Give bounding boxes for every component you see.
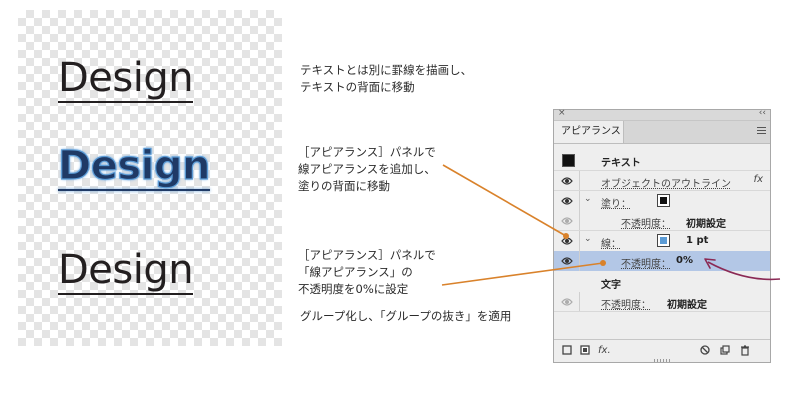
row-header-label: テキスト bbox=[601, 158, 641, 169]
row-stroke[interactable]: ⌄ 線： 1 pt bbox=[554, 231, 770, 251]
close-icon[interactable]: × bbox=[558, 108, 566, 118]
panel-bottom-toolbar: fx. bbox=[554, 339, 770, 362]
add-new-stroke-icon[interactable] bbox=[562, 345, 572, 359]
appearance-panel: × ‹‹ アピアランス テキスト オブジェクトのアウトライン fx ⌄ 塗り： … bbox=[553, 108, 771, 363]
row-text-header[interactable]: テキスト bbox=[554, 149, 770, 171]
underline-rule bbox=[58, 101, 194, 103]
design-sample-2: Design bbox=[57, 143, 211, 191]
eye-icon[interactable] bbox=[561, 176, 573, 186]
collapse-icon[interactable]: ‹‹ bbox=[759, 108, 766, 118]
underline-rule bbox=[58, 189, 210, 191]
design-sample-3: Design bbox=[58, 247, 194, 295]
stroke-opacity-label[interactable]: 不透明度： bbox=[621, 255, 671, 270]
add-effect-icon[interactable]: fx. bbox=[598, 345, 611, 357]
fill-swatch[interactable] bbox=[657, 194, 670, 207]
text-thumbnail-icon bbox=[562, 154, 575, 167]
tab-appearance[interactable]: アピアランス bbox=[554, 121, 624, 143]
fx-icon[interactable]: fx bbox=[754, 174, 763, 185]
character-opacity-value: 初期設定 bbox=[667, 300, 707, 311]
row-stroke-opacity[interactable]: 不透明度： 0% bbox=[554, 251, 770, 271]
row-fill-opacity[interactable]: 不透明度： 初期設定 bbox=[554, 211, 770, 231]
chevron-down-icon[interactable]: ⌄ bbox=[584, 234, 592, 244]
design-text: Design bbox=[58, 247, 194, 293]
eye-icon[interactable] bbox=[561, 256, 573, 266]
trash-icon[interactable] bbox=[740, 345, 750, 360]
eye-icon[interactable] bbox=[561, 196, 573, 206]
stroke-label[interactable]: 線： bbox=[601, 235, 621, 250]
clear-appearance-icon[interactable] bbox=[700, 345, 710, 359]
eye-icon[interactable] bbox=[561, 216, 573, 226]
character-opacity-label[interactable]: 不透明度： bbox=[601, 296, 651, 311]
panel-menu-icon[interactable] bbox=[757, 127, 766, 136]
row-fill[interactable]: ⌄ 塗り： bbox=[554, 191, 770, 211]
eye-icon[interactable] bbox=[561, 236, 573, 246]
character-label: 文字 bbox=[601, 280, 621, 291]
outline-link[interactable]: オブジェクトのアウトライン bbox=[601, 175, 731, 190]
chevron-down-icon[interactable]: ⌄ bbox=[584, 194, 592, 204]
row-character-opacity[interactable]: 不透明度： 初期設定 bbox=[554, 292, 770, 312]
stroke-opacity-value: 0% bbox=[676, 255, 693, 266]
note-1: テキストとは別に罫線を描画し、 テキストの背面に移動 bbox=[300, 63, 473, 94]
stroke-swatch[interactable] bbox=[657, 234, 670, 247]
design-text: Design bbox=[57, 143, 211, 189]
design-sample-1: Design bbox=[58, 55, 194, 103]
panel-titlebar: × ‹‹ bbox=[554, 108, 770, 121]
note-4: グループ化し、「グループの抜き」を適用 bbox=[300, 309, 512, 323]
note-3: ［アピアランス］パネルで 「線アピアランス」の 不透明度を0%に設定 bbox=[298, 248, 436, 296]
orange-arrow-1 bbox=[442, 164, 567, 237]
fill-opacity-label[interactable]: 不透明度： bbox=[621, 215, 671, 230]
fill-opacity-value: 初期設定 bbox=[686, 219, 726, 230]
panel-tab-row: アピアランス bbox=[554, 121, 770, 144]
design-text: Design bbox=[58, 55, 194, 101]
add-new-fill-icon[interactable] bbox=[580, 345, 590, 359]
fill-label[interactable]: 塗り： bbox=[601, 195, 631, 210]
duplicate-item-icon[interactable] bbox=[720, 345, 730, 359]
row-character[interactable]: 文字 bbox=[554, 272, 770, 292]
row-outline[interactable]: オブジェクトのアウトライン fx bbox=[554, 171, 770, 191]
eye-icon[interactable] bbox=[561, 297, 573, 307]
note-2: ［アピアランス］パネルで 線アピアランスを追加し、 塗りの背面に移動 bbox=[298, 145, 436, 193]
resize-grip[interactable] bbox=[654, 359, 670, 362]
stroke-weight-value[interactable]: 1 pt bbox=[686, 235, 708, 246]
underline-rule bbox=[58, 293, 194, 295]
